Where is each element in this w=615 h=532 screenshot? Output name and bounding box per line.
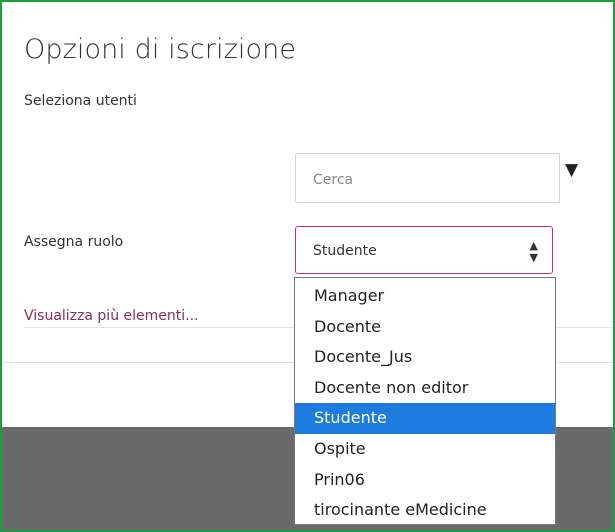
role-option[interactable]: Docente non editor: [295, 373, 555, 404]
dialog-title: Opzioni di iscrizione: [24, 34, 297, 65]
role-option[interactable]: Manager: [295, 281, 555, 312]
updown-caret-icon: ▲ ▼: [529, 239, 538, 264]
role-option[interactable]: tirocinante eMedicine: [295, 495, 555, 526]
assign-role-label: Assegna ruolo: [24, 234, 124, 250]
role-option[interactable]: Ospite: [295, 434, 555, 465]
triangle-down-icon[interactable]: ▼: [565, 162, 578, 179]
role-select-value: Studente: [313, 243, 377, 259]
role-option-selected[interactable]: Studente: [295, 403, 555, 434]
role-option[interactable]: Docente_Jus: [295, 342, 555, 373]
user-search-input[interactable]: Cerca: [295, 153, 560, 203]
search-placeholder: Cerca: [313, 172, 354, 188]
role-option[interactable]: Prin06: [295, 465, 555, 496]
role-select[interactable]: Studente ▲ ▼: [295, 226, 553, 274]
role-option[interactable]: Docente: [295, 312, 555, 343]
role-options-list: Manager Docente Docente_Jus Docente non …: [294, 277, 556, 525]
enrolment-dialog-frame: Opzioni di iscrizione Seleziona utenti C…: [0, 0, 615, 532]
show-more-link[interactable]: Visualizza più elementi...: [24, 308, 198, 324]
select-users-label: Seleziona utenti: [24, 93, 137, 109]
